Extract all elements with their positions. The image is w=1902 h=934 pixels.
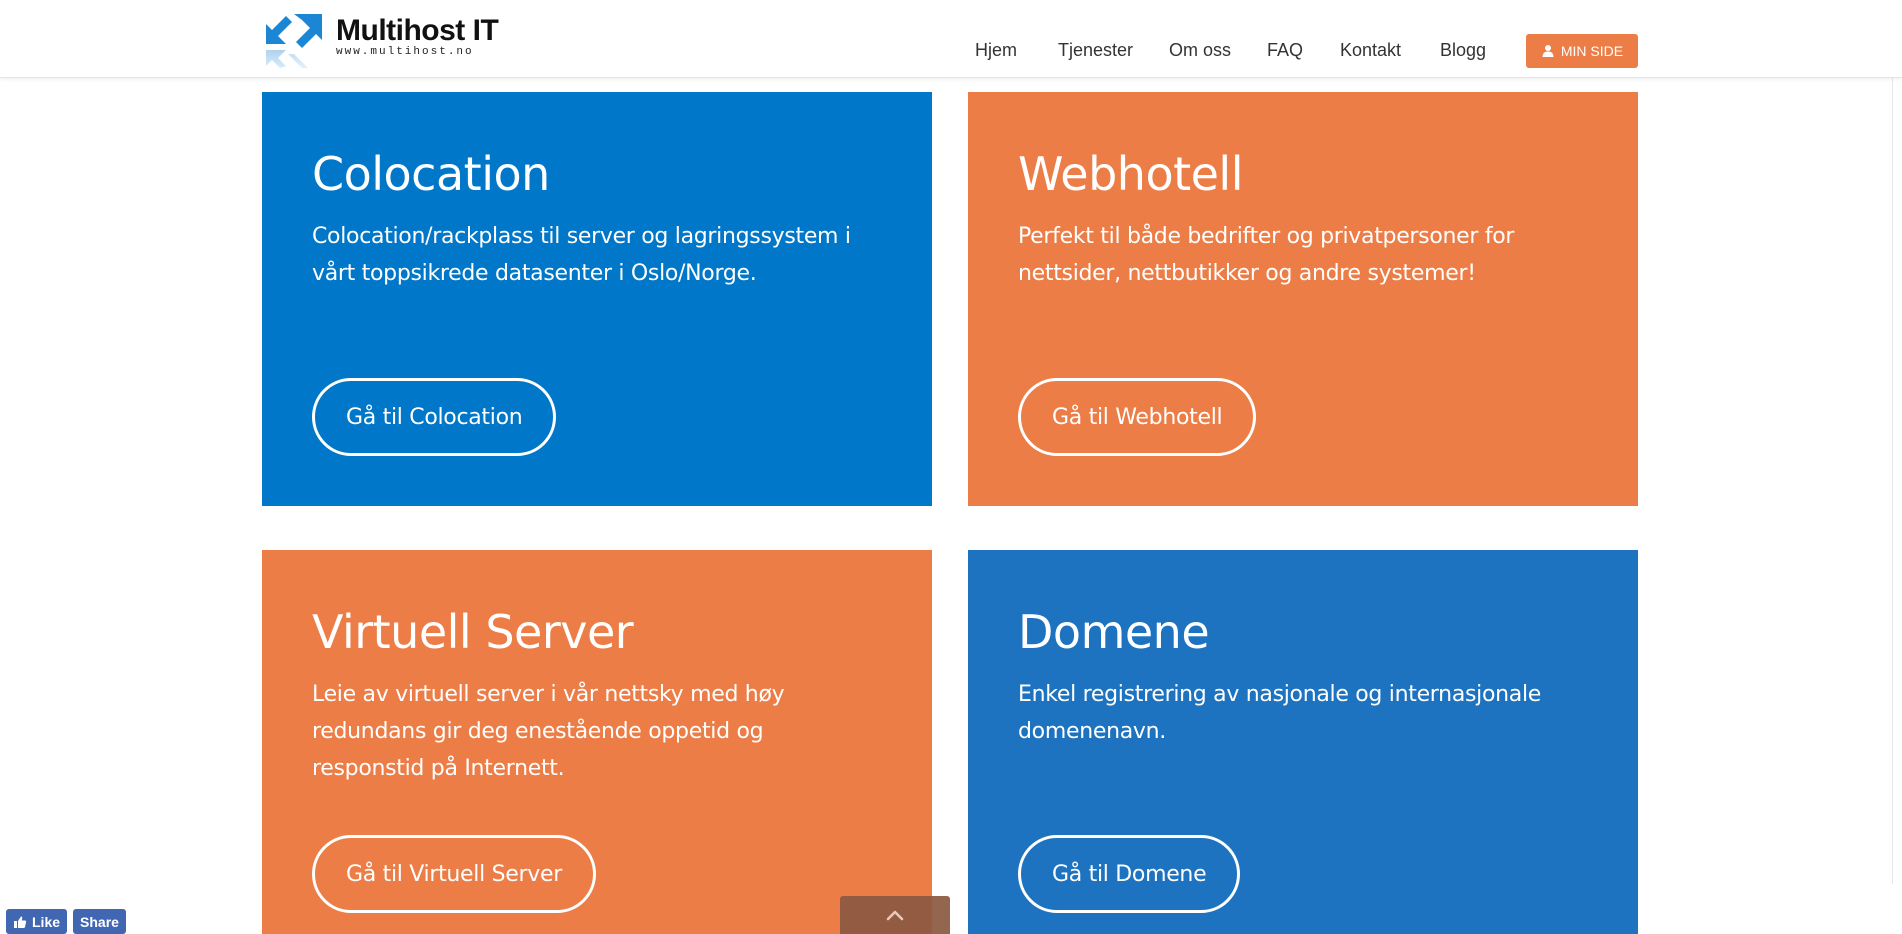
- card-domene: Domene Enkel registrering av nasjonale o…: [968, 550, 1638, 934]
- card-title: Virtuell Server: [312, 605, 634, 659]
- logo-text: Multihost IT www.multihost.no: [336, 14, 499, 59]
- site-header: Multihost IT www.multihost.no Hjem Tjene…: [0, 0, 1902, 78]
- min-side-label: MIN SIDE: [1560, 43, 1624, 59]
- site-logo[interactable]: Multihost IT www.multihost.no: [264, 10, 524, 70]
- domene-button[interactable]: Gå til Domene: [1018, 835, 1241, 913]
- logo-url: www.multihost.no: [336, 46, 474, 58]
- card-webhotell: Webhotell Perfekt til både bedrifter og …: [968, 92, 1638, 506]
- nav-item-faq[interactable]: FAQ: [1267, 34, 1303, 66]
- facebook-like-button[interactable]: Like: [6, 909, 68, 934]
- nav-item-om-oss[interactable]: Om oss: [1169, 34, 1231, 66]
- facebook-share-button[interactable]: Share: [73, 909, 126, 934]
- facebook-like-label: Like: [32, 913, 61, 930]
- thumbs-up-icon: [14, 916, 27, 928]
- nav-item-tjenester[interactable]: Tjenester: [1058, 34, 1133, 66]
- virtuell-server-button[interactable]: Gå til Virtuell Server: [312, 835, 596, 913]
- webhotell-button[interactable]: Gå til Webhotell: [1018, 378, 1257, 456]
- facebook-share-label: Share: [80, 913, 119, 930]
- logo-name: Multihost IT: [336, 14, 499, 47]
- arrows-logo-icon: [266, 14, 322, 68]
- colocation-button[interactable]: Gå til Colocation: [312, 378, 557, 456]
- card-title: Webhotell: [1018, 147, 1243, 201]
- card-colocation: Colocation Colocation/rackplass til serv…: [262, 92, 932, 506]
- card-virtuell-server: Virtuell Server Leie av virtuell server …: [262, 550, 932, 934]
- card-description: Colocation/rackplass til server og lagri…: [312, 224, 851, 286]
- nav-item-blogg[interactable]: Blogg: [1440, 34, 1486, 66]
- chevron-up-icon: [886, 910, 904, 921]
- scroll-track: [1892, 64, 1893, 884]
- scroll-to-top-button[interactable]: [840, 896, 950, 934]
- card-description: Perfekt til både bedrifter og privatpers…: [1018, 224, 1515, 286]
- card-description: Leie av virtuell server i vår nettsky me…: [312, 682, 785, 781]
- nav-item-hjem[interactable]: Hjem: [975, 34, 1017, 66]
- nav-item-kontakt[interactable]: Kontakt: [1340, 34, 1401, 66]
- facebook-widget: Like Share: [6, 909, 126, 934]
- card-description: Enkel registrering av nasjonale og inter…: [1018, 682, 1542, 744]
- card-title: Domene: [1018, 605, 1210, 659]
- card-title: Colocation: [312, 147, 550, 201]
- user-icon: [1542, 45, 1554, 57]
- min-side-button[interactable]: MIN SIDE: [1526, 34, 1638, 68]
